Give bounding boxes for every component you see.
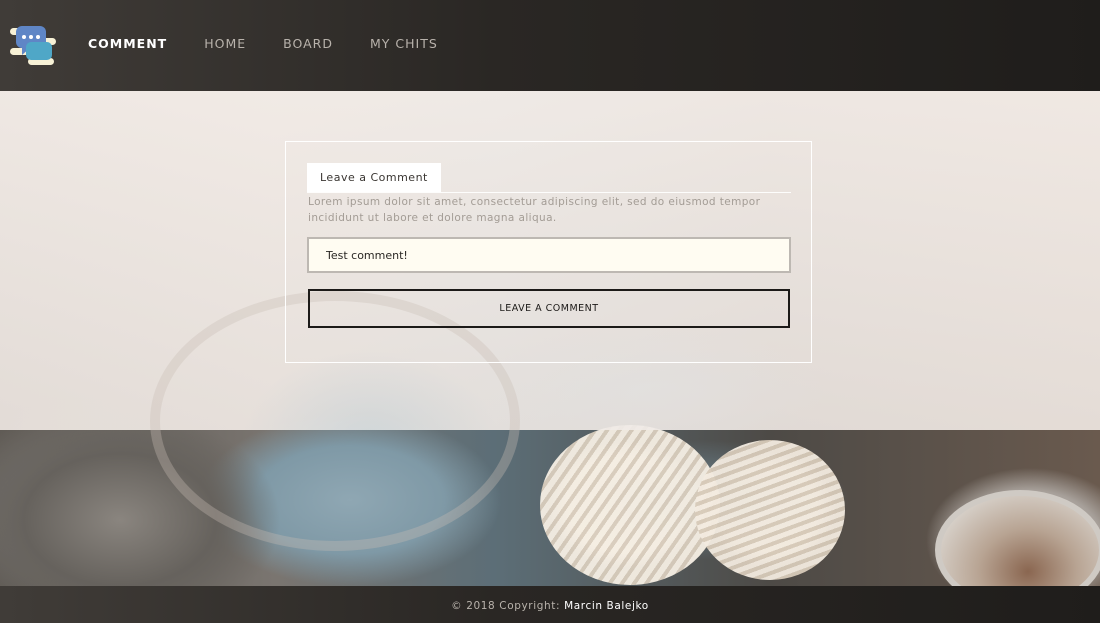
- background-cookie: [540, 425, 720, 585]
- footer: © 2018 Copyright: Marcin Balejko: [0, 586, 1100, 623]
- background-cookie: [695, 440, 845, 580]
- top-navbar: COMMENT HOME BOARD MY CHITS: [0, 0, 1100, 91]
- leave-comment-button[interactable]: LEAVE A COMMENT: [308, 289, 790, 328]
- nav-home[interactable]: HOME: [204, 36, 246, 51]
- nav-comment[interactable]: COMMENT: [88, 36, 167, 51]
- copyright-text: © 2018 Copyright:: [451, 600, 561, 612]
- chat-bubbles-logo-icon[interactable]: [8, 18, 58, 68]
- comment-input[interactable]: [307, 237, 791, 273]
- form-title-bar: Leave a Comment: [307, 163, 791, 193]
- form-description: Lorem ipsum dolor sit amet, consectetur …: [308, 196, 761, 224]
- nav-my-chits[interactable]: MY CHITS: [370, 36, 438, 51]
- form-title: Leave a Comment: [307, 163, 441, 192]
- comment-form: Leave a Comment Lorem ipsum dolor sit am…: [285, 141, 812, 363]
- main-nav: COMMENT HOME BOARD MY CHITS: [88, 36, 438, 51]
- nav-board[interactable]: BOARD: [283, 36, 333, 51]
- copyright-author: Marcin Balejko: [564, 600, 649, 612]
